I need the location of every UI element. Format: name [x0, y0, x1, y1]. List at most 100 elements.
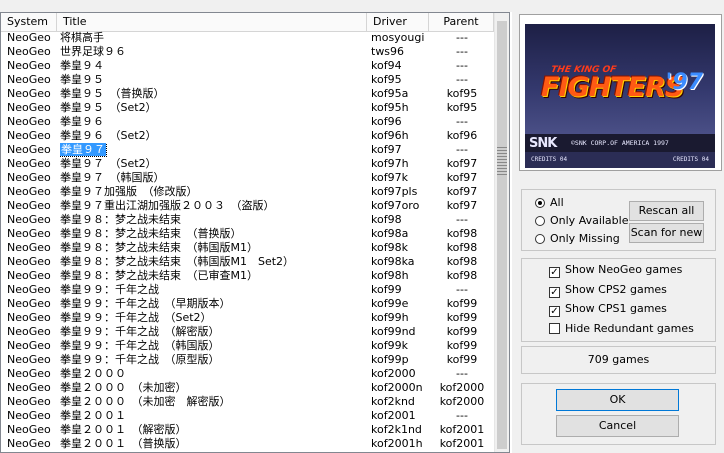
cell-title: 拳皇９７加强版 （修改版） [60, 185, 198, 198]
table-row-selected[interactable]: NeoGeo 拳皇９７ kof97 --- [1, 143, 494, 157]
radio-only-available-indicator[interactable] [535, 216, 545, 226]
cell-system: NeoGeo [7, 171, 51, 184]
table-row[interactable]: NeoGeo 拳皇９７ （Set2） kof97h kof97 [1, 157, 494, 171]
table-row[interactable]: NeoGeo 拳皇２００１ kof2001 --- [1, 409, 494, 423]
game-preview-frame: THE KING OF FIGHTERS '97 SNK ©SNK CORP.O… [519, 14, 722, 171]
table-row[interactable]: NeoGeo 拳皇９４ kof94 --- [1, 59, 494, 73]
table-row[interactable]: NeoGeo 拳皇９５ kof95 --- [1, 73, 494, 87]
list-rows: NeoGeo 将棋高手 mosyougi --- NeoGeo 世界足球９６ tws96 --… [1, 31, 494, 451]
cell-title: 拳皇９９：千年之战 （Set2） [60, 311, 212, 324]
table-row[interactable]: NeoGeo 拳皇９９：千年之战 （原型版） kof99p kof99 [1, 353, 494, 367]
table-row[interactable]: NeoGeo 拳皇９８：梦之战未结束 kof98 --- [1, 213, 494, 227]
radio-all-indicator[interactable] [535, 198, 545, 208]
cancel-button[interactable]: Cancel [556, 415, 679, 437]
ok-button[interactable]: OK [556, 389, 679, 411]
right-panel: THE KING OF FIGHTERS '97 SNK ©SNK CORP.O… [512, 0, 724, 453]
snk-logo: SNK [529, 136, 557, 151]
checkbox-hide-redundant[interactable]: Hide Redundant games [549, 321, 694, 337]
table-row[interactable]: NeoGeo 拳皇９８：梦之战未结束 （韩国版M1 Set2） kof98ka kof… [1, 255, 494, 269]
table-row[interactable]: NeoGeo 拳皇９７加强版 （修改版） kof97pls kof97 [1, 185, 494, 199]
checkbox-show-cps2[interactable]: ✓ Show CPS2 games [549, 282, 667, 298]
cell-system: NeoGeo [7, 423, 51, 436]
column-header-parent[interactable]: Parent [429, 13, 494, 31]
cell-system: NeoGeo [7, 129, 51, 142]
table-row[interactable]: NeoGeo 拳皇９８：梦之战未结束 （已审查M1） kof98h kof98 [1, 269, 494, 283]
table-row[interactable]: NeoGeo 拳皇９９：千年之战 （解密版） kof99nd kof99 [1, 325, 494, 339]
cell-system: NeoGeo [7, 185, 51, 198]
table-row[interactable]: NeoGeo 拳皇９８：梦之战未结束 （韩国版M1） kof98k kof98 [1, 241, 494, 255]
cell-system: NeoGeo [7, 45, 51, 58]
cell-system: NeoGeo [7, 199, 51, 212]
cell-parent: --- [456, 367, 468, 380]
checkbox-show-cps1-box[interactable]: ✓ [549, 306, 560, 317]
cell-parent: --- [456, 73, 468, 86]
cell-title: 拳皇９８：梦之战未结束 （普换版） [60, 227, 242, 240]
table-row[interactable]: NeoGeo 拳皇９９：千年之战 （早期版本） kof99e kof99 [1, 297, 494, 311]
table-row[interactable]: NeoGeo 将棋高手 mosyougi --- [1, 31, 494, 45]
cell-parent: --- [456, 115, 468, 128]
cell-parent: kof97 [446, 199, 478, 212]
cell-driver: kof95 [371, 73, 402, 86]
cell-system: NeoGeo [7, 409, 51, 422]
scan-for-new-button[interactable]: Scan for new [629, 223, 704, 243]
table-row[interactable]: NeoGeo 拳皇９６ （Set2） kof96h kof96 [1, 129, 494, 143]
scrollbar-thumb[interactable] [497, 21, 507, 449]
cell-title: 拳皇２００１ （解密版） [60, 423, 187, 436]
radio-only-available[interactable]: Only Available [535, 213, 628, 229]
checkbox-show-cps2-box[interactable]: ✓ [549, 287, 560, 298]
cell-system: NeoGeo [7, 241, 51, 254]
cell-driver: kof2knd [371, 395, 415, 408]
game-list[interactable]: System Title Driver Parent NeoGeo 将棋高手 mos… [0, 12, 510, 453]
cell-title: 拳皇９４ [60, 59, 104, 72]
table-row[interactable]: NeoGeo 拳皇９５ （Set2） kof95h kof95 [1, 101, 494, 115]
cell-driver: kof95h [371, 101, 409, 114]
cell-title: 拳皇９８：梦之战未结束 （韩国版M1 Set2） [60, 255, 295, 268]
cell-parent: kof98 [446, 255, 478, 268]
cell-driver: kof2k1nd [371, 423, 422, 436]
radio-only-missing-indicator[interactable] [535, 234, 545, 244]
table-row[interactable]: NeoGeo 拳皇９６ kof96 --- [1, 115, 494, 129]
table-row[interactable]: NeoGeo 拳皇９７重出江湖加强版２００３ （盗版） kof97oro kof97 [1, 199, 494, 213]
radio-all[interactable]: All [535, 195, 564, 211]
checkbox-hide-redundant-label: Hide Redundant games [565, 322, 694, 335]
table-row[interactable]: NeoGeo 拳皇２０００ （未加密 解密版） kof2knd kof2000 [1, 395, 494, 409]
cell-title: 拳皇９８：梦之战未结束 （已审查M1） [60, 269, 258, 282]
table-row[interactable]: NeoGeo 拳皇２０００ （未加密） kof2000n kof2000 [1, 381, 494, 395]
cell-driver: kof99h [371, 311, 409, 324]
checkbox-show-neogeo-label: Show NeoGeo games [565, 263, 683, 276]
rescan-all-button[interactable]: Rescan all [629, 201, 704, 221]
radio-only-missing[interactable]: Only Missing [535, 231, 620, 247]
cell-driver: kof2000n [371, 381, 423, 394]
table-row[interactable]: NeoGeo 拳皇９９：千年之战 （韩国版） kof99k kof99 [1, 339, 494, 353]
table-row[interactable]: NeoGeo 世界足球９６ tws96 --- [1, 45, 494, 59]
cell-parent: --- [456, 213, 468, 226]
table-row[interactable]: NeoGeo 拳皇２００１ （普换版） kof2001h kof2001 [1, 437, 494, 451]
table-row[interactable]: NeoGeo 拳皇９９：千年之战 （Set2） kof99h kof99 [1, 311, 494, 325]
checkbox-hide-redundant-box[interactable] [549, 323, 560, 334]
table-row[interactable]: NeoGeo 拳皇９８：梦之战未结束 （普换版） kof98a kof98 [1, 227, 494, 241]
table-row[interactable]: NeoGeo 拳皇２００１ （解密版） kof2k1nd kof2001 [1, 423, 494, 437]
cell-system: NeoGeo [7, 255, 51, 268]
checkbox-show-neogeo[interactable]: ✓ Show NeoGeo games [549, 262, 682, 278]
cell-parent: kof99 [446, 297, 478, 310]
cell-parent: kof99 [446, 353, 478, 366]
cell-driver: mosyougi [371, 31, 425, 44]
cell-title: 拳皇９７ （韩国版） [60, 171, 165, 184]
cell-driver: kof99e [371, 297, 409, 310]
cell-parent: kof97 [446, 157, 478, 170]
vertical-scrollbar[interactable] [494, 13, 509, 452]
cell-title: 拳皇９９：千年之战 （韩国版） [60, 339, 220, 352]
scrollbar-grip[interactable] [497, 145, 507, 175]
cell-title: 拳皇９５ [60, 73, 104, 86]
column-header-title[interactable]: Title [57, 13, 367, 31]
table-row[interactable]: NeoGeo 拳皇９５ （普换版） kof95a kof95 [1, 87, 494, 101]
list-header: System Title Driver Parent [1, 13, 494, 32]
column-header-system[interactable]: System [1, 13, 57, 31]
table-row[interactable]: NeoGeo 拳皇９７ （韩国版） kof97k kof97 [1, 171, 494, 185]
table-row[interactable]: NeoGeo 拳皇２０００ kof2000 --- [1, 367, 494, 381]
column-header-driver[interactable]: Driver [367, 13, 429, 31]
checkbox-show-cps1[interactable]: ✓ Show CPS1 games [549, 301, 667, 317]
checkbox-show-neogeo-box[interactable]: ✓ [549, 267, 560, 278]
table-row[interactable]: NeoGeo 拳皇９９：千年之战 kof99 --- [1, 283, 494, 297]
cell-system: NeoGeo [7, 227, 51, 240]
